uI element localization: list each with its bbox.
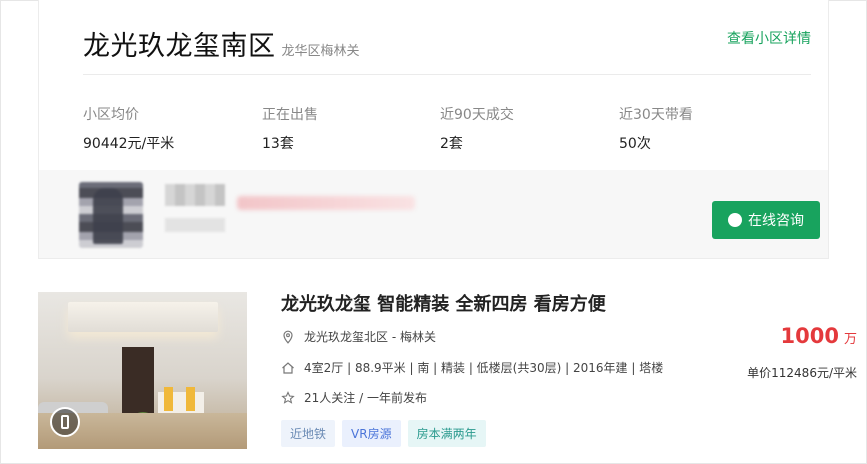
listing-photo[interactable] — [38, 292, 247, 449]
listing-details: 4室2厅 | 88.9平米 | 南 | 精装 | 低楼层(共30层) | 201… — [304, 361, 664, 375]
unit-price: 单价112486元/平米 — [747, 366, 857, 380]
view-community-detail-link[interactable]: 查看小区详情 — [727, 28, 811, 48]
vr-icon[interactable] — [50, 407, 80, 437]
listing-followers-row: 21人关注 / 一年前发布 — [281, 389, 427, 406]
stat-value: 13套 — [262, 136, 294, 152]
photo-chair — [164, 387, 173, 411]
agent-name-blurred — [165, 184, 225, 206]
tag-near-subway: 近地铁 — [281, 420, 336, 447]
agent-info-blurred — [165, 218, 225, 232]
community-district: 龙华区梅林关 — [281, 44, 360, 59]
online-consult-button[interactable]: 在线咨询 — [712, 201, 820, 239]
stat-label: 正在出售 — [262, 107, 318, 123]
chat-bubble-icon — [728, 208, 742, 227]
stat-label: 近90天成交 — [440, 107, 514, 123]
community-name[interactable]: 龙光玖龙玺南区 — [83, 24, 276, 63]
listing-tags: 近地铁 VR房源 房本满两年 — [281, 420, 493, 447]
stat-avg-price: 小区均价 90442元/平米 — [83, 104, 174, 153]
stat-value: 50次 — [619, 136, 651, 152]
listing-followers: 21人关注 / 一年前发布 — [304, 391, 427, 405]
photo-ceiling — [68, 302, 218, 332]
stat-on-sale: 正在出售 13套 — [262, 104, 318, 153]
stat-label: 小区均价 — [83, 107, 139, 123]
tag-deed-two-years: 房本满两年 — [407, 420, 486, 447]
online-consult-label: 在线咨询 — [748, 213, 804, 229]
listing-title[interactable]: 龙光玖龙玺 智能精装 全新四房 看房方便 — [281, 290, 606, 316]
star-icon — [281, 390, 295, 404]
listing-location[interactable]: 龙光玖龙玺北区 - 梅林关 — [304, 328, 436, 345]
listing-details-row: 4室2厅 | 88.9平米 | 南 | 精装 | 低楼层(共30层) | 201… — [281, 359, 663, 376]
agent-band: 在线咨询 — [39, 170, 828, 258]
price-unit: 万 — [843, 332, 857, 347]
community-card: 龙光玖龙玺南区 龙华区梅林关 查看小区详情 小区均价 90442元/平米 正在出… — [38, 0, 829, 259]
location-pin-icon — [283, 330, 293, 344]
listing-price: 1000 万 — [781, 324, 857, 348]
photo-door — [122, 347, 154, 417]
divider — [83, 74, 811, 75]
house-icon — [282, 361, 294, 374]
agent-avatar[interactable] — [79, 182, 143, 248]
photo-chair — [186, 387, 195, 411]
community-title-row: 龙光玖龙玺南区 龙华区梅林关 — [83, 24, 360, 63]
price-value: 1000 — [780, 324, 839, 348]
stat-viewings-30d: 近30天带看 50次 — [619, 104, 693, 153]
stat-label: 近30天带看 — [619, 107, 693, 123]
agent-phone-blurred — [237, 196, 415, 210]
stat-value: 2套 — [440, 136, 463, 152]
stat-value: 90442元/平米 — [83, 136, 175, 152]
listing-location-row: 龙光玖龙玺北区 - 梅林关 — [281, 328, 436, 345]
tag-vr-listing: VR房源 — [342, 420, 401, 447]
stat-deals-90d: 近90天成交 2套 — [440, 104, 514, 153]
